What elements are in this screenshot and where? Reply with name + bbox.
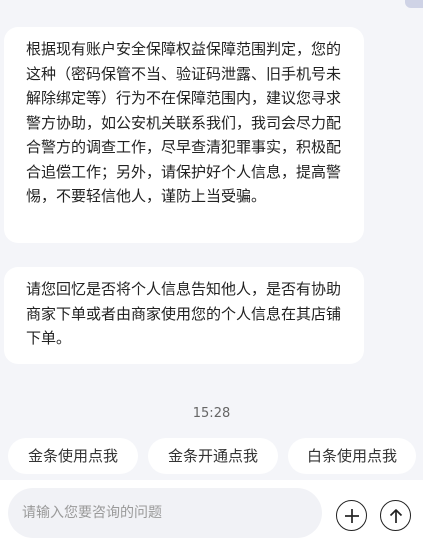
message-timestamp: 15:28 (192, 406, 231, 421)
arrow-up-circle-icon (389, 508, 402, 523)
add-button[interactable] (336, 500, 367, 531)
input-bar: 请输入您要咨询的问题 (0, 480, 423, 545)
quick-reply-chip[interactable]: 白条使用点我 (288, 438, 416, 474)
previous-message-edge (405, 0, 423, 8)
message-text: 请您回忆是否将个人信息告知他人，是否有协助商家下单或者由商家使用您的个人信息在其… (26, 280, 342, 347)
plus-circle-icon (344, 508, 359, 523)
agent-message-bubble: 请您回忆是否将个人信息告知他人，是否有协助商家下单或者由商家使用您的个人信息在其… (4, 267, 364, 364)
chat-area: 根据现有账户安全保障权益保障范围判定，您的这种（密码保管不当、验证码泄露、旧手机… (0, 0, 423, 480)
send-button[interactable] (380, 500, 411, 531)
message-input[interactable]: 请输入您要咨询的问题 (8, 488, 322, 538)
quick-reply-chip[interactable]: 金条使用点我 (8, 438, 138, 474)
quick-reply-chip[interactable]: 金条开通点我 (148, 438, 278, 474)
message-text: 根据现有账户安全保障权益保障范围判定，您的这种（密码保管不当、验证码泄露、旧手机… (26, 40, 342, 205)
agent-message-bubble: 根据现有账户安全保障权益保障范围判定，您的这种（密码保管不当、验证码泄露、旧手机… (4, 27, 364, 243)
quick-reply-row: 金条使用点我 金条开通点我 白条使用点我 (0, 438, 423, 474)
